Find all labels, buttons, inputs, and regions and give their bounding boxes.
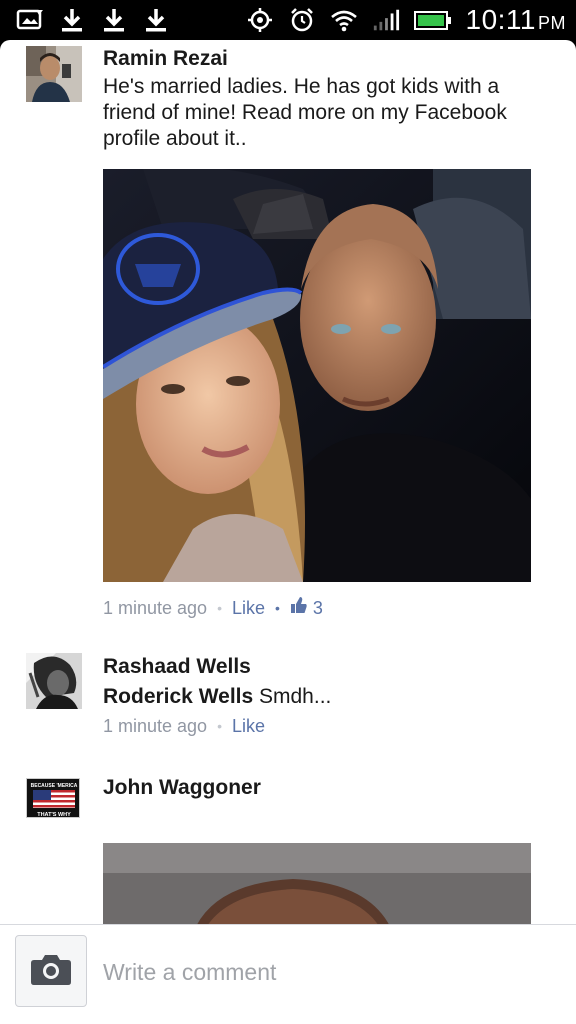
- comment-body: Rashaad Wells Roderick Wells Smdh... 1 m…: [103, 654, 543, 738]
- photo-sync-icon: [16, 6, 44, 34]
- comment-photo[interactable]: [103, 169, 531, 582]
- avatar[interactable]: [26, 46, 82, 102]
- battery-icon: [413, 6, 452, 34]
- separator-dot: •: [217, 718, 222, 734]
- comment-composer: [0, 924, 576, 1024]
- thumbs-up-icon: [290, 596, 308, 620]
- comment-body: Ramin Rezai He's married ladies. He has …: [103, 46, 543, 152]
- comment-text: Roderick Wells Smdh...: [103, 685, 332, 708]
- avatar[interactable]: [26, 653, 82, 709]
- comment-text: He's married ladies. He has got kids wit…: [103, 75, 507, 150]
- separator-dot: •: [275, 600, 280, 616]
- comment-time: 1 minute ago: [103, 716, 208, 736]
- like-count[interactable]: 3: [290, 596, 323, 620]
- mention-link[interactable]: Roderick Wells: [103, 685, 253, 708]
- comment-author[interactable]: Rashaad Wells: [103, 654, 543, 680]
- comment-meta: 1 minute ago • Like: [103, 714, 543, 738]
- download-icon: [58, 6, 86, 34]
- camera-button[interactable]: [15, 935, 87, 1007]
- clock: 10:11 PM: [465, 4, 566, 35]
- status-bar: 10:11 PM: [0, 0, 576, 40]
- separator-dot: •: [217, 600, 222, 616]
- comment-input[interactable]: [103, 959, 533, 986]
- signal-icon: [372, 6, 400, 34]
- comment-author[interactable]: John Waggoner: [103, 775, 543, 801]
- comment-time: 1 minute ago: [103, 598, 208, 618]
- wifi-icon: [330, 6, 358, 34]
- camera-icon: [30, 952, 72, 991]
- system-icons: 10:11 PM: [246, 3, 567, 37]
- comments-panel[interactable]: Ramin Rezai He's married ladies. He has …: [0, 40, 576, 1024]
- avatar[interactable]: BECAUSE 'MERICA THAT'S WHY: [26, 778, 80, 818]
- gps-icon: [246, 6, 274, 34]
- comment-photo[interactable]: [103, 843, 531, 933]
- avatar-caption-bottom: THAT'S WHY: [37, 812, 71, 818]
- notification-icons: [16, 5, 170, 35]
- comment-body: John Waggoner: [103, 775, 543, 801]
- alarm-icon: [288, 6, 316, 34]
- download-icon: [100, 6, 128, 34]
- like-link[interactable]: Like: [232, 596, 265, 620]
- comment-meta: 1 minute ago • Like • 3: [103, 596, 323, 620]
- download-icon: [142, 6, 170, 34]
- avatar-caption-top: BECAUSE 'MERICA: [31, 783, 78, 789]
- comment-author[interactable]: Ramin Rezai: [103, 46, 543, 72]
- like-link[interactable]: Like: [232, 714, 265, 738]
